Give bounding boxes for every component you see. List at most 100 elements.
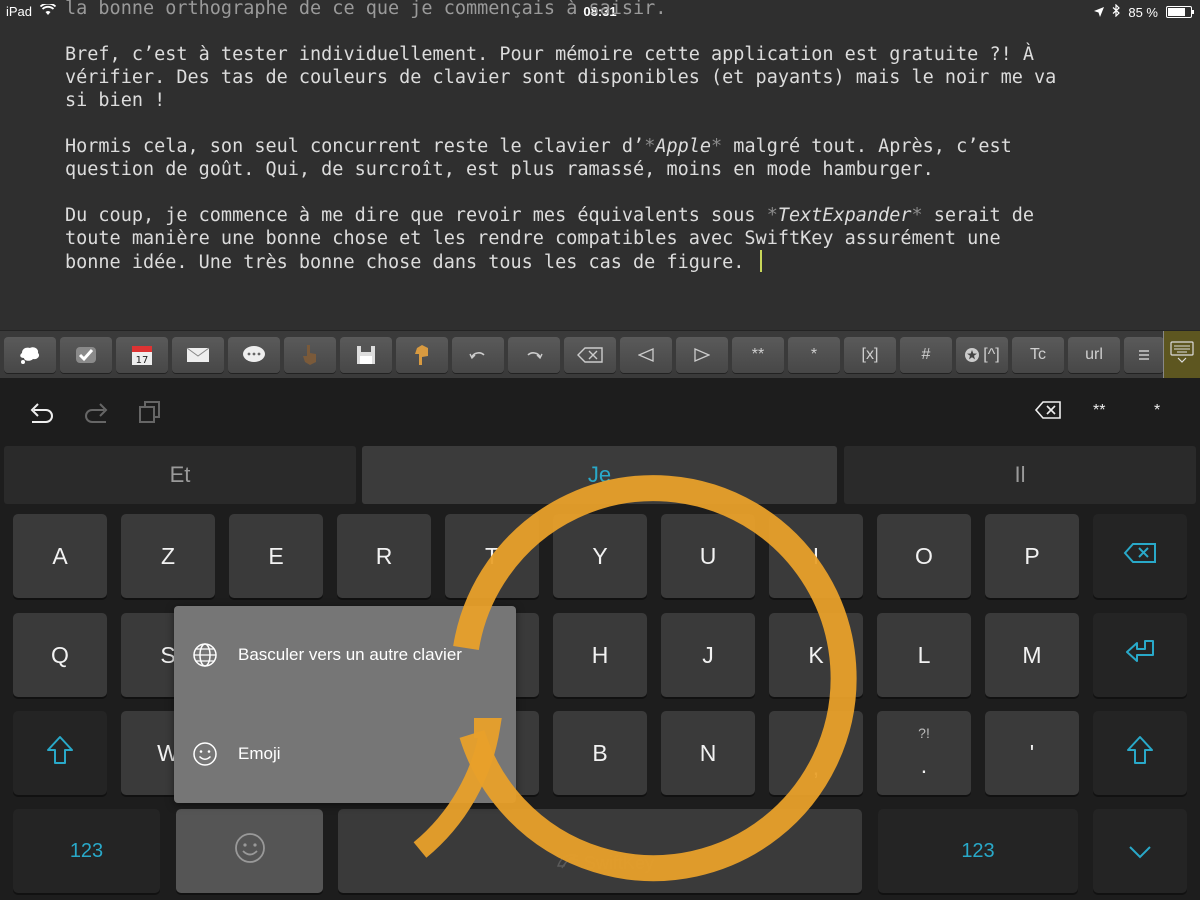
shift-key[interactable] [13,711,107,795]
smiley-icon [190,741,220,767]
keyboard-switch-menu: Basculer vers un autre clavier Emoji [174,606,516,803]
backspace-icon [1123,542,1157,570]
emphasis-text: Apple [655,136,712,157]
key-p[interactable]: P [985,514,1079,598]
key-r[interactable]: R [337,514,431,598]
key-q[interactable]: Q [13,613,107,697]
italic-key[interactable]: * [1154,402,1160,420]
key-period[interactable]: ?! . [877,711,971,795]
bubble-icon[interactable] [4,337,56,373]
switch-keyboard-item[interactable]: Basculer vers un autre clavier [174,606,516,704]
return-icon [1123,639,1157,671]
message-icon[interactable] [228,337,280,373]
keyboard-top-bar: ** * [0,378,1200,446]
left-arrow-icon[interactable] [620,337,672,373]
paste-icon[interactable] [136,400,164,429]
delete-icon[interactable] [564,337,616,373]
title-case-button[interactable]: Tc [1012,337,1064,373]
shift-icon [46,735,74,771]
footnote-button[interactable]: [^] [956,337,1008,373]
numbers-key-left[interactable]: 123 [13,809,160,893]
space-key[interactable] [338,809,862,893]
editor-paragraph: Bref, c’est à tester individuellement. P… [65,44,1057,111]
editor-text: la bonne orthographe de ce que je commen… [65,0,1145,297]
return-key[interactable] [1093,613,1187,697]
key-z[interactable]: Z [121,514,215,598]
editor-paragraph: Hormis cela, son seul concurrent reste l… [65,135,1145,181]
text-run: Du coup, je commence à me dire que revoi… [65,205,767,226]
numbers-key-right[interactable]: 123 [878,809,1078,893]
redo-icon[interactable] [82,400,110,429]
hide-keyboard-button[interactable] [1163,331,1200,379]
list-icon[interactable] [1124,337,1164,373]
keyboard-hide-icon [1169,340,1195,370]
key-j[interactable]: J [661,613,755,697]
key-m[interactable]: M [985,613,1079,697]
right-arrow-icon[interactable] [676,337,728,373]
text-run: Hormis cela, son seul concurrent reste l… [65,136,645,157]
text-cursor [759,250,762,272]
suggestion-center[interactable]: Je [362,446,837,504]
emphasis-marker: * [911,205,923,226]
key-a[interactable]: A [13,514,107,598]
delete-icon[interactable] [1034,400,1062,425]
editor-toolbar: 17 ** * [x] # [^] Tc url [0,330,1200,379]
smiley-icon [234,832,266,870]
key-l[interactable]: L [877,613,971,697]
key-y[interactable]: Y [553,514,647,598]
key-o[interactable]: O [877,514,971,598]
emoji-label: Emoji [238,744,281,763]
shift-key-right[interactable] [1093,711,1187,795]
switch-keyboard-label: Basculer vers un autre clavier [238,645,462,664]
calendar-day: 17 [136,355,149,366]
key-comma[interactable]: , [769,711,863,795]
bold-key[interactable]: ** [1093,402,1105,420]
key-k[interactable]: K [769,613,863,697]
checkmark-icon[interactable] [60,337,112,373]
suggestion-right[interactable]: Il [844,446,1196,504]
key-period-label: . [920,752,928,778]
url-button[interactable]: url [1068,337,1120,373]
text-editor[interactable]: la bonne orthographe de ce que je commen… [0,0,1200,330]
backspace-key[interactable] [1093,514,1187,598]
footnote-label: [^] [983,346,1000,363]
suggestion-left[interactable]: Et [4,446,356,504]
emphasis-marker: * [766,205,778,226]
hand-pointer-icon[interactable] [284,337,336,373]
key-b[interactable]: B [553,711,647,795]
key-t[interactable]: T [445,514,539,598]
swiftkey-wordmark: SwiftKey [584,853,655,873]
mail-icon[interactable] [172,337,224,373]
editor-paragraph: Du coup, je commence à me dire que revoi… [65,204,1145,274]
editor-line-partial: la bonne orthographe de ce que je commen… [65,0,667,19]
emphasis-marker: * [644,136,656,157]
key-apostrophe[interactable]: ' [985,711,1079,795]
undo-arc-icon[interactable] [452,337,504,373]
shift-icon [1126,735,1154,771]
chevron-down-icon [1128,838,1152,865]
emphasis-marker: * [711,136,723,157]
undo-icon[interactable] [28,400,56,429]
key-h[interactable]: H [553,613,647,697]
dismiss-keyboard-key[interactable] [1093,809,1187,893]
save-icon[interactable] [340,337,392,373]
key-u[interactable]: U [661,514,755,598]
key-period-alternates: ?! [918,725,930,741]
emoji-item[interactable]: Emoji [174,705,516,803]
redo-arc-icon[interactable] [508,337,560,373]
star-icon [964,347,980,363]
calendar-icon[interactable]: 17 [116,337,168,373]
hand-down-icon[interactable] [396,337,448,373]
swiftkey-bird-icon [556,852,580,875]
italic-button[interactable]: * [788,337,840,373]
bold-button[interactable]: ** [732,337,784,373]
swiftkey-logo: SwiftKey [556,852,654,875]
globe-icon [190,642,220,668]
checkbox-button[interactable]: [x] [844,337,896,373]
heading-button[interactable]: # [900,337,952,373]
key-n[interactable]: N [661,711,755,795]
emoji-key[interactable] [176,809,323,893]
key-i[interactable]: I [769,514,863,598]
emphasis-text: TextExpander [777,205,912,226]
key-e[interactable]: E [229,514,323,598]
